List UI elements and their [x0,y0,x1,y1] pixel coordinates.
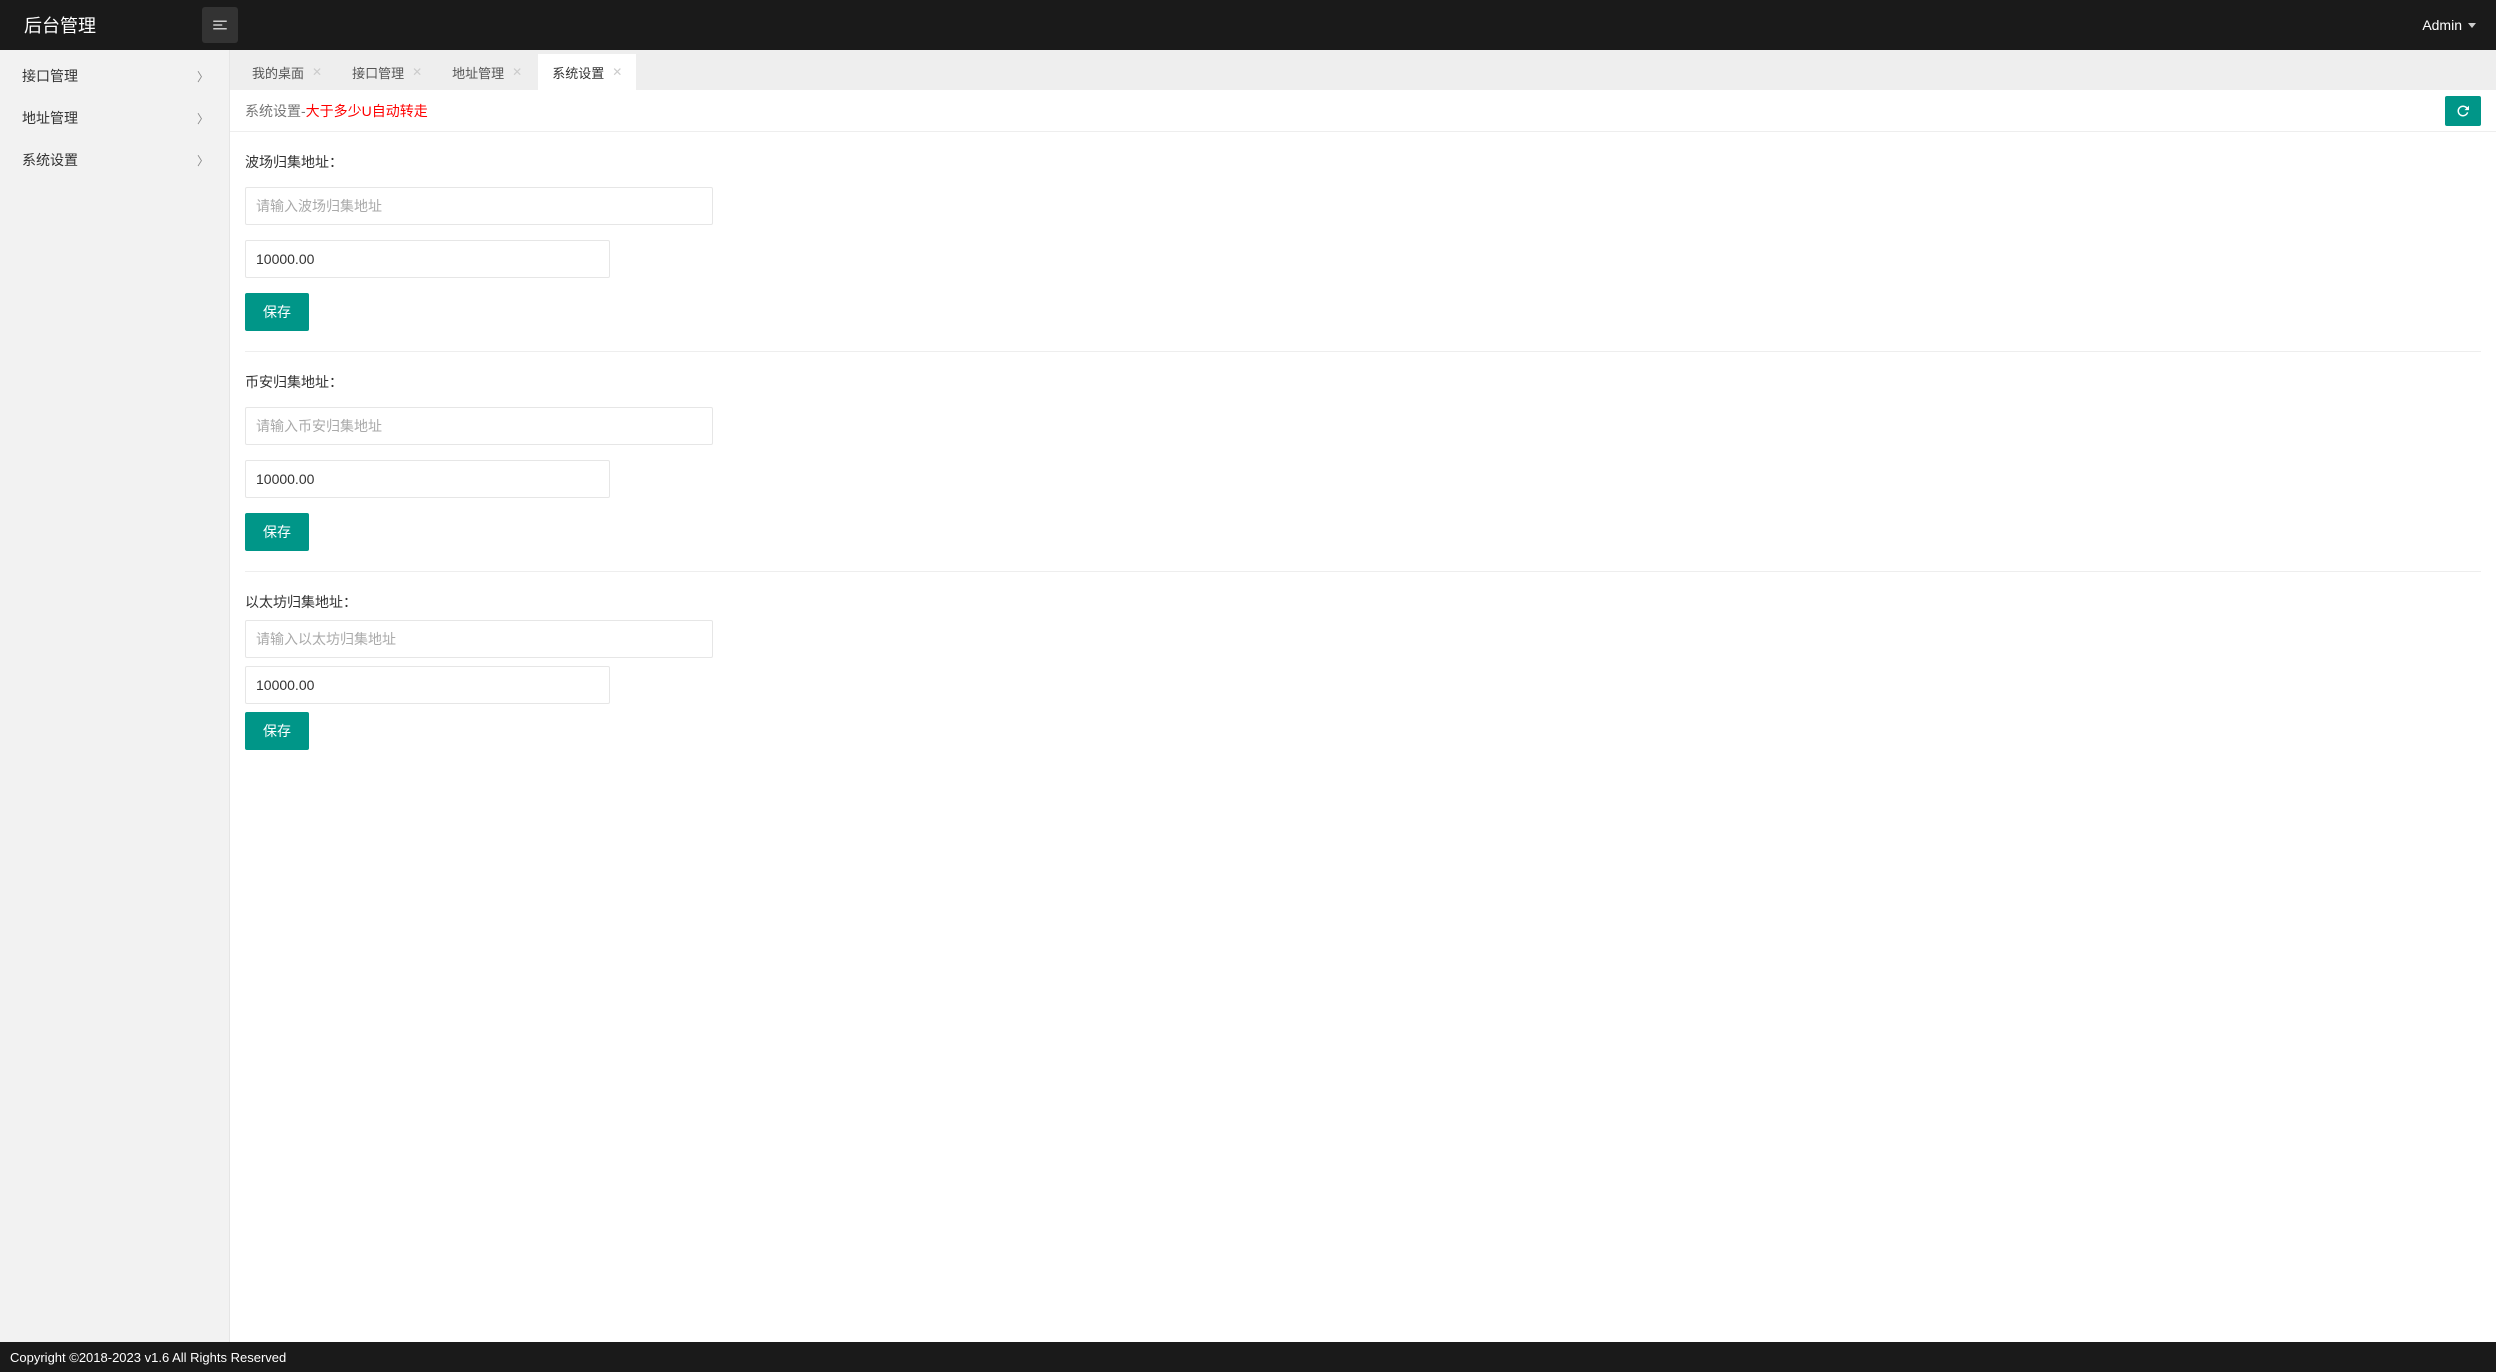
refresh-button[interactable] [2445,96,2481,126]
user-dropdown[interactable]: Admin [2422,17,2484,33]
sidebar-item-system[interactable]: 系统设置 〉 [0,139,229,181]
chevron-right-icon: 〉 [197,110,209,127]
tron-save-button[interactable]: 保存 [245,293,309,331]
refresh-icon [2455,103,2471,119]
close-icon[interactable]: ✕ [412,65,422,79]
card-header: 系统设置-大于多少U自动转走 [230,90,2496,132]
tab-desktop[interactable]: 我的桌面 ✕ [238,54,336,90]
tab-address[interactable]: 地址管理 ✕ [438,54,536,90]
close-icon[interactable]: ✕ [612,65,622,79]
ethereum-label: 以太坊归集地址： [245,592,2481,612]
page-title-highlight: 大于多少U自动转走 [306,101,428,121]
header: 后台管理 Admin [0,0,2496,50]
close-icon[interactable]: ✕ [512,65,522,79]
ethereum-address-input[interactable] [245,620,713,658]
tab-label: 地址管理 [452,63,504,82]
sidebar: 接口管理 〉 地址管理 〉 系统设置 〉 [0,50,230,1342]
ethereum-save-button[interactable]: 保存 [245,712,309,750]
section-binance: 币安归集地址： 保存 [245,352,2481,572]
page-title-prefix: 系统设置- [245,101,306,121]
chevron-right-icon: 〉 [197,68,209,85]
menu-icon [211,16,229,34]
footer-text: Copyright ©2018-2023 v1.6 All Rights Res… [10,1350,286,1365]
tron-amount-input[interactable] [245,240,610,278]
sidebar-item-api[interactable]: 接口管理 〉 [0,55,229,97]
tab-system[interactable]: 系统设置 ✕ [538,54,636,90]
sidebar-item-address[interactable]: 地址管理 〉 [0,97,229,139]
chevron-right-icon: 〉 [197,152,209,169]
logo: 后台管理 [12,12,192,38]
tab-label: 我的桌面 [252,63,304,82]
sidebar-item-label: 地址管理 [22,108,78,128]
section-ethereum: 以太坊归集地址： 保存 [245,572,2481,770]
sidebar-item-label: 系统设置 [22,150,78,170]
tron-address-input[interactable] [245,187,713,225]
user-label: Admin [2422,17,2462,33]
caret-down-icon [2468,23,2476,28]
footer: Copyright ©2018-2023 v1.6 All Rights Res… [0,1342,2496,1372]
section-tron: 波场归集地址： 保存 [245,132,2481,352]
binance-amount-input[interactable] [245,460,610,498]
binance-label: 币安归集地址： [245,372,2481,392]
menu-toggle-button[interactable] [202,7,238,43]
tron-label: 波场归集地址： [245,152,2481,172]
tab-label: 系统设置 [552,63,604,82]
ethereum-amount-input[interactable] [245,666,610,704]
sidebar-item-label: 接口管理 [22,66,78,86]
binance-address-input[interactable] [245,407,713,445]
binance-save-button[interactable]: 保存 [245,513,309,551]
tab-label: 接口管理 [352,63,404,82]
tab-api[interactable]: 接口管理 ✕ [338,54,436,90]
close-icon[interactable]: ✕ [312,65,322,79]
tabs-bar: 我的桌面 ✕ 接口管理 ✕ 地址管理 ✕ 系统设置 ✕ [230,50,2496,90]
